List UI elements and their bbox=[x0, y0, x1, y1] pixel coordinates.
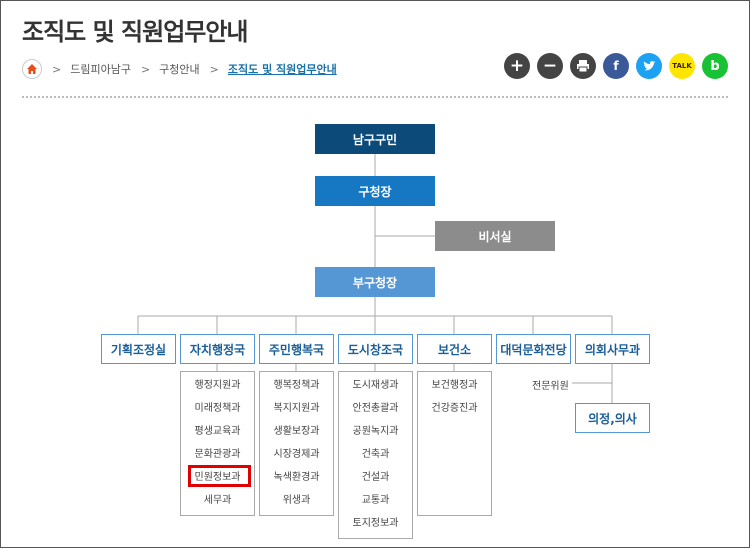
division-link[interactable]: 문화관광과 bbox=[181, 443, 254, 466]
division-link[interactable]: 녹색환경과 bbox=[260, 466, 333, 489]
highlight-box bbox=[188, 465, 251, 487]
org-box-secretary[interactable]: 비서실 bbox=[435, 221, 555, 251]
division-link[interactable]: 건축과 bbox=[339, 443, 412, 466]
division-link[interactable]: 건강증진과 bbox=[418, 397, 491, 420]
dept-box-council-office[interactable]: 의회사무과 bbox=[575, 334, 650, 364]
division-link[interactable]: 시장경제과 bbox=[260, 443, 333, 466]
sublist-autonomous-admin: 행정지원과 미래정책과 평생교육과 문화관광과 민원정보과 세무과 bbox=[180, 371, 255, 516]
division-link[interactable]: 공원녹지과 bbox=[339, 420, 412, 443]
council-staff-label[interactable]: 전문위원 bbox=[532, 377, 569, 392]
dept-box-health-center[interactable]: 보건소 bbox=[417, 334, 492, 364]
division-link[interactable]: 생활보장과 bbox=[260, 420, 333, 443]
dept-box-resident-happiness[interactable]: 주민행복국 bbox=[259, 334, 334, 364]
division-link[interactable]: 건설과 bbox=[339, 466, 412, 489]
division-link[interactable]: 행복정책과 bbox=[260, 374, 333, 397]
sublist-health-center: 보건행정과 건강증진과 bbox=[417, 371, 492, 516]
division-link[interactable]: 행정지원과 bbox=[181, 374, 254, 397]
division-link[interactable]: 미래정책과 bbox=[181, 397, 254, 420]
division-link[interactable]: 평생교육과 bbox=[181, 420, 254, 443]
dept-box-urban-creation[interactable]: 도시창조국 bbox=[338, 334, 413, 364]
division-link[interactable]: 위생과 bbox=[260, 489, 333, 512]
org-box-deputy-mayor[interactable]: 부구청장 bbox=[315, 267, 435, 297]
division-link[interactable]: 세무과 bbox=[181, 489, 254, 512]
division-link[interactable]: 안전총괄과 bbox=[339, 397, 412, 420]
sublist-urban-creation: 도시재생과 안전총괄과 공원녹지과 건축과 건설과 교통과 토지정보과 bbox=[338, 371, 413, 539]
org-box-residents[interactable]: 남구구민 bbox=[315, 124, 435, 154]
sublist-resident-happiness: 행복정책과 복지지원과 생활보장과 시장경제과 녹색환경과 위생과 bbox=[259, 371, 334, 516]
dept-box-planning[interactable]: 기획조정실 bbox=[101, 334, 176, 364]
division-link[interactable]: 교통과 bbox=[339, 489, 412, 512]
dept-box-autonomous-admin[interactable]: 자치행정국 bbox=[180, 334, 255, 364]
dept-box-daedeok-culture[interactable]: 대덕문화전당 bbox=[496, 334, 571, 364]
division-link[interactable]: 도시재생과 bbox=[339, 374, 412, 397]
org-box-mayor[interactable]: 구청장 bbox=[315, 176, 435, 206]
council-box[interactable]: 의정,의사 bbox=[575, 403, 650, 433]
division-link[interactable]: 보건행정과 bbox=[418, 374, 491, 397]
division-link[interactable]: 복지지원과 bbox=[260, 397, 333, 420]
division-link[interactable]: 토지정보과 bbox=[339, 512, 412, 535]
